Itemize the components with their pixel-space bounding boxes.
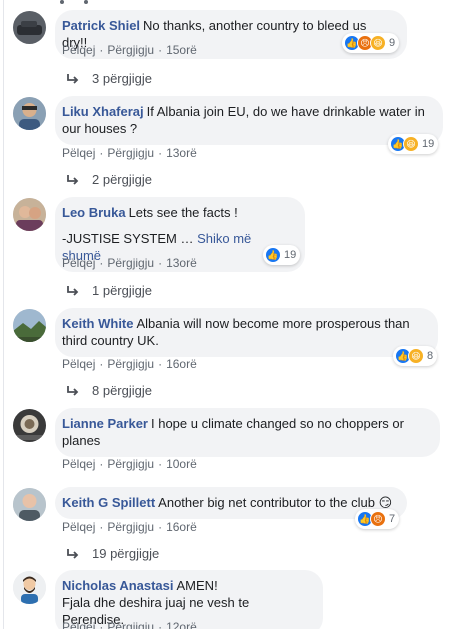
haha-icon: 😆 — [370, 35, 386, 51]
avatar[interactable] — [13, 571, 46, 604]
reaction-summary[interactable]: 👍 😠 7 — [355, 509, 400, 529]
reply-button[interactable]: Përgjigju — [107, 357, 154, 371]
avatar[interactable] — [13, 409, 46, 442]
haha-icon: 😆 — [403, 136, 419, 152]
comment-text: Another big net contributor to the club … — [158, 495, 393, 510]
reply-arrow-icon — [67, 175, 79, 185]
like-button[interactable]: Pëlqej — [62, 620, 95, 629]
angry-icon: 😠 — [370, 511, 386, 527]
avatar[interactable] — [13, 11, 46, 44]
comment-text: AMEN! — [176, 578, 218, 593]
comment-text: Lets see the facts ! — [128, 205, 238, 220]
reaction-summary[interactable]: 👍 😆 19 — [388, 134, 439, 154]
comment-bubble: Keith White Albania will now become more … — [55, 308, 438, 357]
comment-actions: Pëlqej · Përgjigju · 13orë — [62, 146, 197, 160]
reply-button[interactable]: Përgjigju — [107, 457, 154, 471]
replies-count: 1 përgjigje — [92, 283, 152, 298]
comment-author[interactable]: Keith White — [62, 316, 134, 331]
reply-button[interactable]: Përgjigju — [107, 620, 154, 629]
timestamp[interactable]: 13orë — [166, 256, 197, 270]
view-replies-link[interactable]: 1 përgjigje — [66, 282, 152, 300]
comment-author[interactable]: Lianne Parker — [62, 416, 148, 431]
reply-button[interactable]: Përgjigju — [107, 256, 154, 270]
reply-button[interactable]: Përgjigju — [107, 146, 154, 160]
like-button[interactable]: Pëlqej — [62, 357, 95, 371]
replies-count: 3 përgjigje — [92, 71, 152, 86]
reply-button[interactable]: Përgjigju — [107, 43, 154, 57]
avatar[interactable] — [13, 488, 46, 521]
comment-actions: Pëlqej · Përgjigju · 13orë — [62, 256, 197, 270]
timestamp[interactable]: 13orë — [166, 146, 197, 160]
reaction-count: 19 — [284, 249, 297, 261]
thread-divider — [3, 0, 4, 629]
comment-author[interactable]: Patrick Shiel — [62, 18, 140, 33]
comment-author[interactable]: Nicholas Anastasi — [62, 578, 174, 593]
reply-arrow-icon — [67, 549, 79, 559]
timestamp[interactable]: 16orë — [166, 520, 197, 534]
avatar[interactable] — [13, 309, 46, 342]
timestamp[interactable]: 16orë — [166, 357, 197, 371]
like-button[interactable]: Pëlqej — [62, 520, 95, 534]
reaction-count: 19 — [422, 138, 435, 150]
replies-count: 8 përgjigje — [92, 383, 152, 398]
replies-count: 19 përgjigje — [92, 546, 160, 561]
replies-count: 2 përgjigje — [92, 172, 152, 187]
view-replies-link[interactable]: 19 përgjigje — [66, 545, 159, 563]
comment-actions: Pëlqej · Përgjigju · 16orë — [62, 357, 197, 371]
reply-button[interactable]: Përgjigju — [107, 520, 154, 534]
avatar[interactable] — [13, 97, 46, 130]
reply-arrow-icon — [67, 74, 79, 84]
like-button[interactable]: Pëlqej — [62, 256, 95, 270]
timestamp[interactable]: 12orë — [166, 620, 197, 629]
haha-icon: 😆 — [408, 348, 424, 364]
comment-actions: Pëlqej · Përgjigju · 16orë — [62, 520, 197, 534]
top-divider — [60, 0, 64, 4]
comment-author[interactable]: Liku Xhaferaj — [62, 104, 144, 119]
reaction-count: 8 — [427, 350, 434, 362]
top-divider — [84, 0, 88, 4]
view-replies-link[interactable]: 2 përgjigje — [66, 171, 152, 189]
like-button[interactable]: Pëlqej — [62, 146, 95, 160]
comment-actions: Pëlqej · Përgjigju · 10orë — [62, 457, 197, 471]
reaction-count: 7 — [389, 513, 396, 525]
comment-actions: Pëlqej · Përgjigju · 15orë — [62, 43, 197, 57]
reply-arrow-icon — [67, 386, 79, 396]
timestamp[interactable]: 15orë — [166, 43, 197, 57]
comment-text-continued: -JUSTISE SYSTEM … — [62, 231, 194, 246]
timestamp[interactable]: 10orë — [166, 457, 197, 471]
comment-bubble: Keith G Spillett Another big net contribu… — [55, 487, 407, 519]
comment-actions: Pëlqej · Përgjigju · 12orë — [62, 619, 197, 629]
comment-bubble: Liku Xhaferaj If Albania join EU, do we h… — [55, 96, 443, 145]
reply-arrow-icon — [67, 286, 79, 296]
avatar[interactable] — [13, 198, 46, 231]
comment-bubble: Lianne Parker I hope u climate changed so… — [55, 408, 440, 457]
reaction-summary[interactable]: 👍 😠 😆 9 — [342, 33, 400, 53]
view-replies-link[interactable]: 3 përgjigje — [66, 70, 152, 88]
reaction-summary[interactable]: 👍 😆 8 — [393, 346, 438, 366]
reaction-summary[interactable]: 👍 19 — [263, 245, 301, 265]
comment-author[interactable]: Leo Bruka — [62, 205, 126, 220]
like-icon: 👍 — [265, 247, 281, 263]
view-replies-link[interactable]: 8 përgjigje — [66, 382, 152, 400]
like-button[interactable]: Pëlqej — [62, 43, 95, 57]
like-button[interactable]: Pëlqej — [62, 457, 95, 471]
reaction-count: 9 — [389, 37, 396, 49]
comment-author[interactable]: Keith G Spillett — [62, 495, 155, 510]
